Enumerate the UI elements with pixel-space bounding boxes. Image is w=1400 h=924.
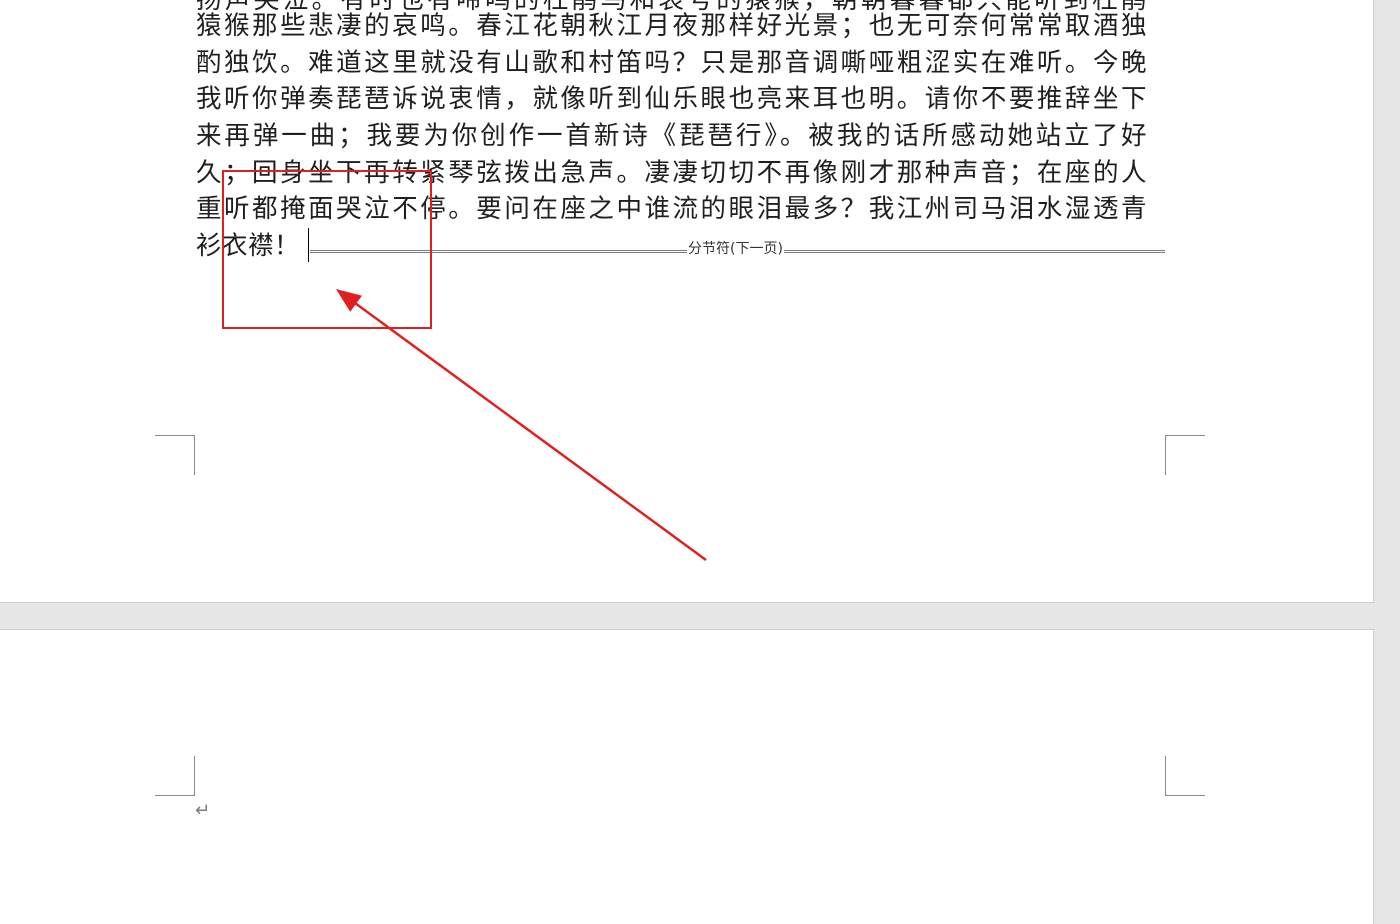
margin-corner-mark	[1165, 756, 1205, 796]
document-canvas: 扬声哭泣。有时也有啼鸣的杜鹃鸟和哀号的猿猴，朝朝暮暮都只能听到杜鹃 猿猴那些悲凄…	[0, 0, 1400, 924]
text-line[interactable]: 酌独饮。难道这里就没有山歌和村笛吗？只是那音调嘶哑粗涩实在难听。今晚	[196, 45, 1147, 82]
text-cursor	[308, 228, 309, 262]
margin-corner-mark	[155, 435, 195, 475]
text-line[interactable]: 重听都掩面哭泣不停。要问在座之中谁流的眼泪最多？我江州司马泪水湿透青	[196, 191, 1147, 228]
text-line[interactable]: 我听你弹奏琵琶诉说衷情，就像听到仙乐眼也亮来耳也明。请你不要推辞坐下	[196, 81, 1147, 118]
document-page[interactable]: 扬声哭泣。有时也有啼鸣的杜鹃鸟和哀号的猿猴，朝朝暮暮都只能听到杜鹃 猿猴那些悲凄…	[0, 0, 1374, 603]
document-page[interactable]: ↵	[0, 629, 1374, 924]
text-line[interactable]: 来再弹一曲；我要为你创作一首新诗《琵琶行》。被我的话所感动她站立了好	[196, 118, 1147, 155]
section-break-label: 分节符(下一页)	[687, 240, 784, 258]
paragraph-mark-icon: ↵	[195, 800, 211, 821]
text-line[interactable]: 猿猴那些悲凄的哀鸣。春江花朝秋江月夜那样好光景；也无可奈何常常取酒独	[196, 8, 1147, 45]
margin-corner-mark	[155, 756, 195, 796]
margin-corner-mark	[1165, 435, 1205, 475]
text-line[interactable]: 衫衣襟！	[196, 228, 300, 265]
text-line[interactable]: 久；回身坐下再转紧琴弦拨出急声。凄凄切切不再像刚才那种声音；在座的人	[196, 155, 1147, 192]
